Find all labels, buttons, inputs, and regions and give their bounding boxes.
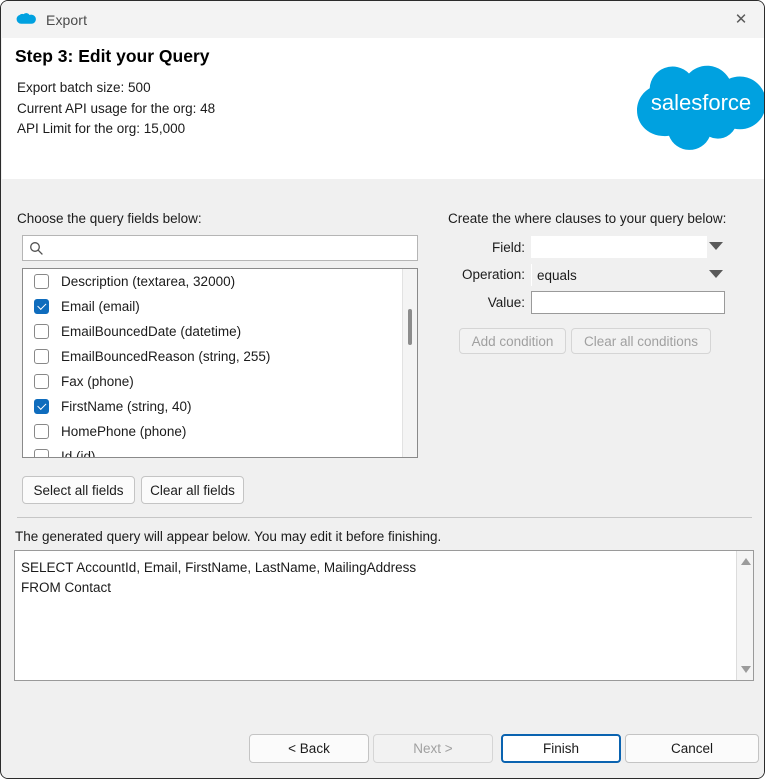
export-wizard-window: Export ✕ Step 3: Edit your Query Export … [0, 0, 765, 779]
list-item[interactable]: Description (textarea, 32000) [23, 269, 417, 294]
field-checkbox[interactable] [34, 399, 49, 414]
back-button-label: < Back [288, 741, 330, 756]
search-icon [29, 241, 44, 256]
field-label: EmailBouncedReason (string, 255) [61, 349, 271, 364]
field-checkbox[interactable] [34, 449, 49, 457]
generated-query-note: The generated query will appear below. Y… [15, 529, 442, 544]
field-label: Id (id) [61, 449, 96, 458]
field-label: Description (textarea, 32000) [61, 274, 236, 289]
scroll-down-icon[interactable] [741, 666, 751, 673]
meta-api-usage: Current API usage for the org: 48 [17, 100, 216, 116]
select-all-fields-button[interactable]: Select all fields [22, 476, 135, 504]
back-button[interactable]: < Back [249, 734, 369, 763]
list-item[interactable]: EmailBouncedReason (string, 255) [23, 344, 417, 369]
chevron-down-icon[interactable] [709, 242, 723, 250]
salesforce-logo: salesforce [635, 60, 764, 157]
list-item[interactable]: Fax (phone) [23, 369, 417, 394]
clear-all-fields-button[interactable]: Clear all fields [141, 476, 244, 504]
field-dropdown-label: Field: [491, 240, 525, 255]
field-label: FirstName (string, 40) [61, 399, 192, 414]
finish-button-label: Finish [542, 741, 579, 756]
value-input-label: Value: [487, 295, 525, 310]
field-checkbox[interactable] [34, 424, 49, 439]
meta-batch-size: Export batch size: 500 [17, 80, 151, 95]
salesforce-cloud-icon [15, 12, 37, 28]
list-item[interactable]: FirstName (string, 40) [23, 394, 417, 419]
field-checkbox[interactable] [34, 299, 49, 314]
list-item[interactable]: Id (id) [23, 444, 417, 458]
title-bar: Export ✕ [1, 1, 764, 38]
field-checkbox[interactable] [34, 274, 49, 289]
field-label: HomePhone (phone) [61, 424, 187, 439]
search-input[interactable] [44, 236, 417, 260]
query-fields-list[interactable]: Description (textarea, 32000) Email (ema… [22, 268, 418, 458]
cancel-button-label: Cancel [670, 741, 714, 756]
cancel-button[interactable]: Cancel [625, 734, 759, 763]
field-dropdown[interactable] [531, 236, 707, 258]
choose-fields-label: Choose the query fields below: [17, 211, 202, 226]
logo-wordmark: salesforce [651, 90, 751, 115]
meta-api-limit: API Limit for the org: 15,000 [17, 121, 186, 136]
query-textarea[interactable] [19, 556, 723, 600]
clear-all-fields-label: Clear all fields [150, 482, 235, 498]
field-label: EmailBouncedDate (datetime) [61, 324, 242, 339]
section-divider [17, 517, 752, 518]
close-glyph: ✕ [734, 10, 748, 28]
chevron-down-icon[interactable] [709, 270, 723, 278]
field-label: Fax (phone) [61, 374, 134, 389]
list-item[interactable]: HomePhone (phone) [23, 419, 417, 444]
scroll-up-icon[interactable] [741, 558, 751, 565]
field-checkbox[interactable] [34, 349, 49, 364]
field-label: Email (email) [61, 299, 140, 314]
operation-dropdown[interactable]: equals [531, 264, 707, 286]
clear-all-conditions-label: Clear all conditions [583, 333, 699, 349]
where-clause-label: Create the where clauses to your query b… [448, 211, 727, 226]
add-condition-label: Add condition [471, 333, 554, 349]
close-icon[interactable]: ✕ [718, 1, 764, 37]
window-title: Export [46, 11, 88, 28]
add-condition-button[interactable]: Add condition [459, 328, 566, 354]
field-checkbox[interactable] [34, 374, 49, 389]
clear-all-conditions-button[interactable]: Clear all conditions [571, 328, 711, 354]
org-meta-info: Export batch size: 500 Current API usage… [17, 78, 215, 140]
field-checkbox[interactable] [34, 324, 49, 339]
scrollbar-thumb[interactable] [408, 309, 412, 345]
finish-button[interactable]: Finish [501, 734, 621, 763]
list-item[interactable]: Email (email) [23, 294, 417, 319]
generated-query-area[interactable] [14, 550, 754, 681]
page-title: Step 3: Edit your Query [15, 46, 210, 66]
select-all-fields-label: Select all fields [33, 482, 124, 498]
list-item[interactable]: EmailBouncedDate (datetime) [23, 319, 417, 344]
field-search-box[interactable] [22, 235, 418, 261]
next-button-label: Next > [413, 741, 453, 756]
next-button[interactable]: Next > [373, 734, 493, 763]
operation-dropdown-value: equals [537, 267, 577, 283]
query-scrollbar[interactable] [736, 551, 753, 680]
operation-dropdown-label: Operation: [461, 267, 525, 282]
value-input[interactable] [531, 291, 725, 314]
